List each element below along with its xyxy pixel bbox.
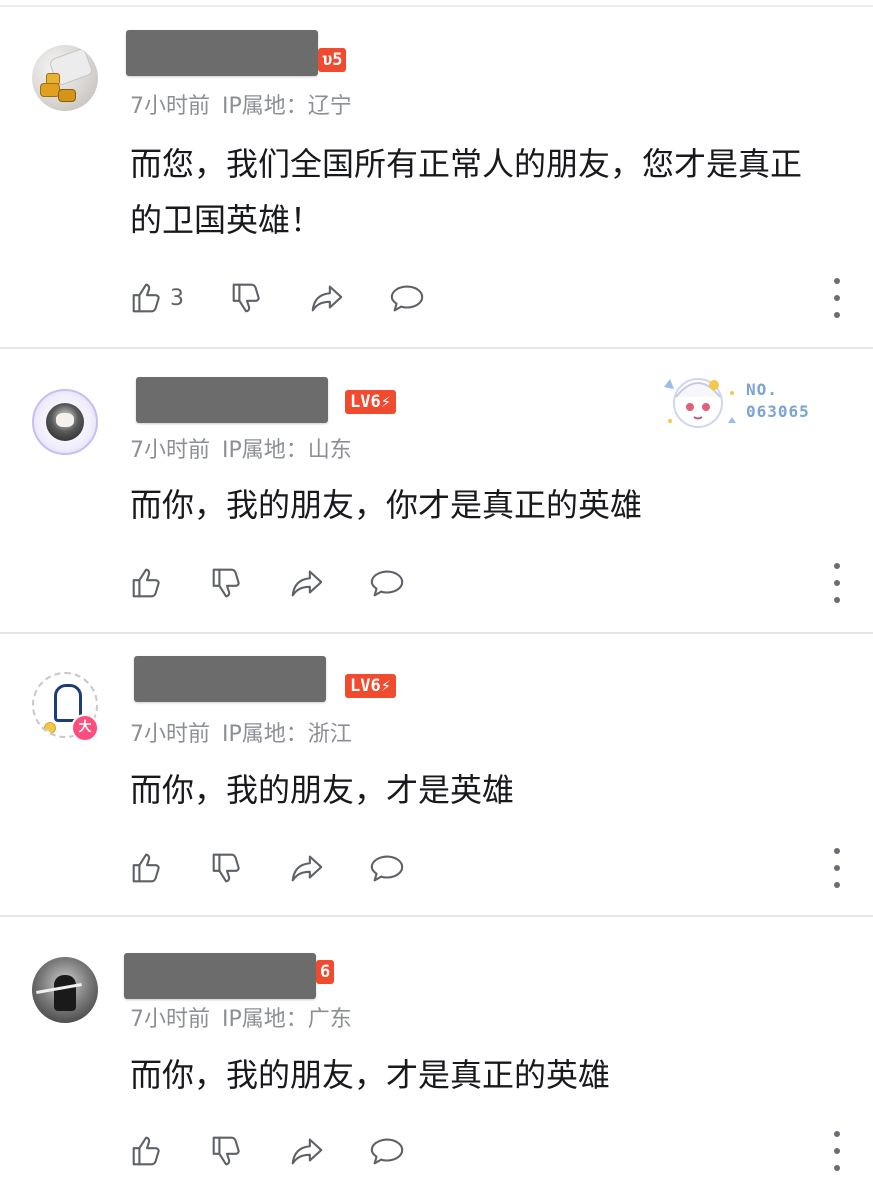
ip-label: IP属地：: [222, 1007, 308, 1032]
comment-actions: 3: [0, 276, 873, 320]
reply-button[interactable]: [368, 846, 406, 890]
comment-time: 7小时前: [130, 722, 210, 747]
level-badge: LV6⚡: [345, 674, 396, 698]
comment-text: 而你，我的朋友，才是英雄: [130, 762, 850, 818]
comment-meta: 7小时前 IP属地：山东: [130, 432, 352, 464]
like-button[interactable]: [128, 1129, 166, 1173]
share-icon: [291, 570, 323, 597]
ip-location: 辽宁: [307, 94, 352, 119]
ip-label: IP属地：: [222, 438, 308, 463]
dislike-button[interactable]: [208, 1129, 246, 1173]
reply-bubble-icon: [390, 285, 424, 312]
fan-card-number: 063065: [746, 402, 810, 421]
reply-bubble-icon: [370, 1138, 404, 1165]
avatar-badge: 大: [71, 714, 99, 742]
ip-location: 广东: [307, 1007, 352, 1032]
avatar[interactable]: [32, 389, 98, 455]
avatar[interactable]: [32, 957, 98, 1023]
more-options-button[interactable]: [833, 848, 841, 888]
share-button[interactable]: [288, 1129, 326, 1173]
dislike-button[interactable]: [208, 561, 246, 605]
mascot-icon: [664, 378, 736, 428]
fan-card-badge[interactable]: NO. 063065: [656, 367, 836, 437]
comment-text-line: 的卫国英雄！: [130, 201, 323, 239]
comment-meta: 7小时前 IP属地：浙江: [130, 716, 352, 748]
redacted-username[interactable]: [126, 30, 318, 76]
like-button[interactable]: 3: [128, 276, 184, 320]
comment-text-line: 而你，我的朋友，才是真正的英雄: [130, 1056, 611, 1094]
fan-card-label: NO.: [746, 380, 778, 399]
thumb-down-icon: [212, 1136, 240, 1166]
ip-location: 浙江: [307, 722, 352, 747]
share-icon: [291, 855, 323, 882]
share-button[interactable]: [288, 561, 326, 605]
more-options-button[interactable]: [833, 1131, 841, 1171]
comment-text-line: 而您，我们全国所有正常人的朋友，您才是真正: [130, 145, 803, 183]
more-dots-icon: [834, 848, 840, 854]
comment-actions: [0, 561, 873, 605]
like-button[interactable]: [128, 561, 166, 605]
ip-label: IP属地：: [222, 722, 308, 747]
thumb-up-icon: [132, 1136, 160, 1166]
thumb-down-icon: [212, 853, 240, 883]
thumb-up-icon: [132, 568, 160, 598]
level-badge: LV6⚡: [345, 390, 396, 414]
thumb-down-icon: [212, 568, 240, 598]
level-badge: υ5: [318, 48, 347, 72]
share-button[interactable]: [308, 276, 346, 320]
thumb-up-icon: [132, 283, 160, 313]
share-icon: [291, 1138, 323, 1165]
comment-text: 而你，我的朋友，你才是真正的英雄: [130, 477, 850, 533]
reply-bubble-icon: [370, 855, 404, 882]
thumb-down-icon: [232, 283, 260, 313]
comment-item: 6 7小时前 IP属地：广东 而你，我的朋友，才是真正的英雄: [0, 917, 873, 1200]
like-button[interactable]: [128, 846, 166, 890]
comment-time: 7小时前: [130, 1007, 210, 1032]
comment-actions: [0, 1129, 873, 1173]
comment-meta: 7小时前 IP属地：广东: [130, 1001, 352, 1033]
like-count: 3: [170, 285, 184, 311]
fan-number: NO. 063065: [746, 379, 810, 423]
more-dots-icon: [834, 563, 840, 569]
share-button[interactable]: [288, 846, 326, 890]
reply-button[interactable]: [388, 276, 426, 320]
reply-button[interactable]: [368, 1129, 406, 1173]
comment-time: 7小时前: [130, 94, 210, 119]
comment-time: 7小时前: [130, 438, 210, 463]
comment-actions: [0, 846, 873, 890]
comment-item: υ5 7小时前 IP属地：辽宁 而您，我们全国所有正常人的朋友，您才是真正 的卫国…: [0, 0, 873, 348]
dislike-button[interactable]: [208, 846, 246, 890]
comment-text-line: 而你，我的朋友，你才是真正的英雄: [130, 486, 643, 524]
comment-meta: 7小时前 IP属地：辽宁: [130, 88, 352, 120]
comment-item: LV6⚡ NO. 063065 7小时前 IP属地：山东 而你，我的朋友，你才是…: [0, 349, 873, 632]
share-icon: [311, 285, 343, 312]
dislike-button[interactable]: [228, 276, 266, 320]
comment-item: 大 LV6⚡ 7小时前 IP属地：浙江 而你，我的朋友，才是英雄: [0, 634, 873, 916]
thumb-up-icon: [132, 853, 160, 883]
redacted-username[interactable]: [134, 656, 326, 702]
redacted-username[interactable]: [124, 953, 316, 999]
redacted-username[interactable]: [136, 377, 328, 423]
ip-label: IP属地：: [222, 94, 308, 119]
reply-bubble-icon: [370, 570, 404, 597]
comment-text-line: 而你，我的朋友，才是英雄: [130, 771, 515, 809]
reply-button[interactable]: [368, 561, 406, 605]
comment-list: υ5 7小时前 IP属地：辽宁 而您，我们全国所有正常人的朋友，您才是真正 的卫国…: [0, 0, 873, 1200]
more-options-button[interactable]: [833, 278, 841, 318]
more-dots-icon: [834, 1131, 840, 1137]
level-badge: 6: [316, 960, 335, 984]
comment-text: 而您，我们全国所有正常人的朋友，您才是真正 的卫国英雄！: [130, 136, 850, 248]
more-dots-icon: [834, 278, 840, 284]
avatar[interactable]: [32, 45, 98, 111]
more-options-button[interactable]: [833, 563, 841, 603]
ip-location: 山东: [307, 438, 352, 463]
comment-text: 而你，我的朋友，才是真正的英雄: [130, 1047, 850, 1103]
